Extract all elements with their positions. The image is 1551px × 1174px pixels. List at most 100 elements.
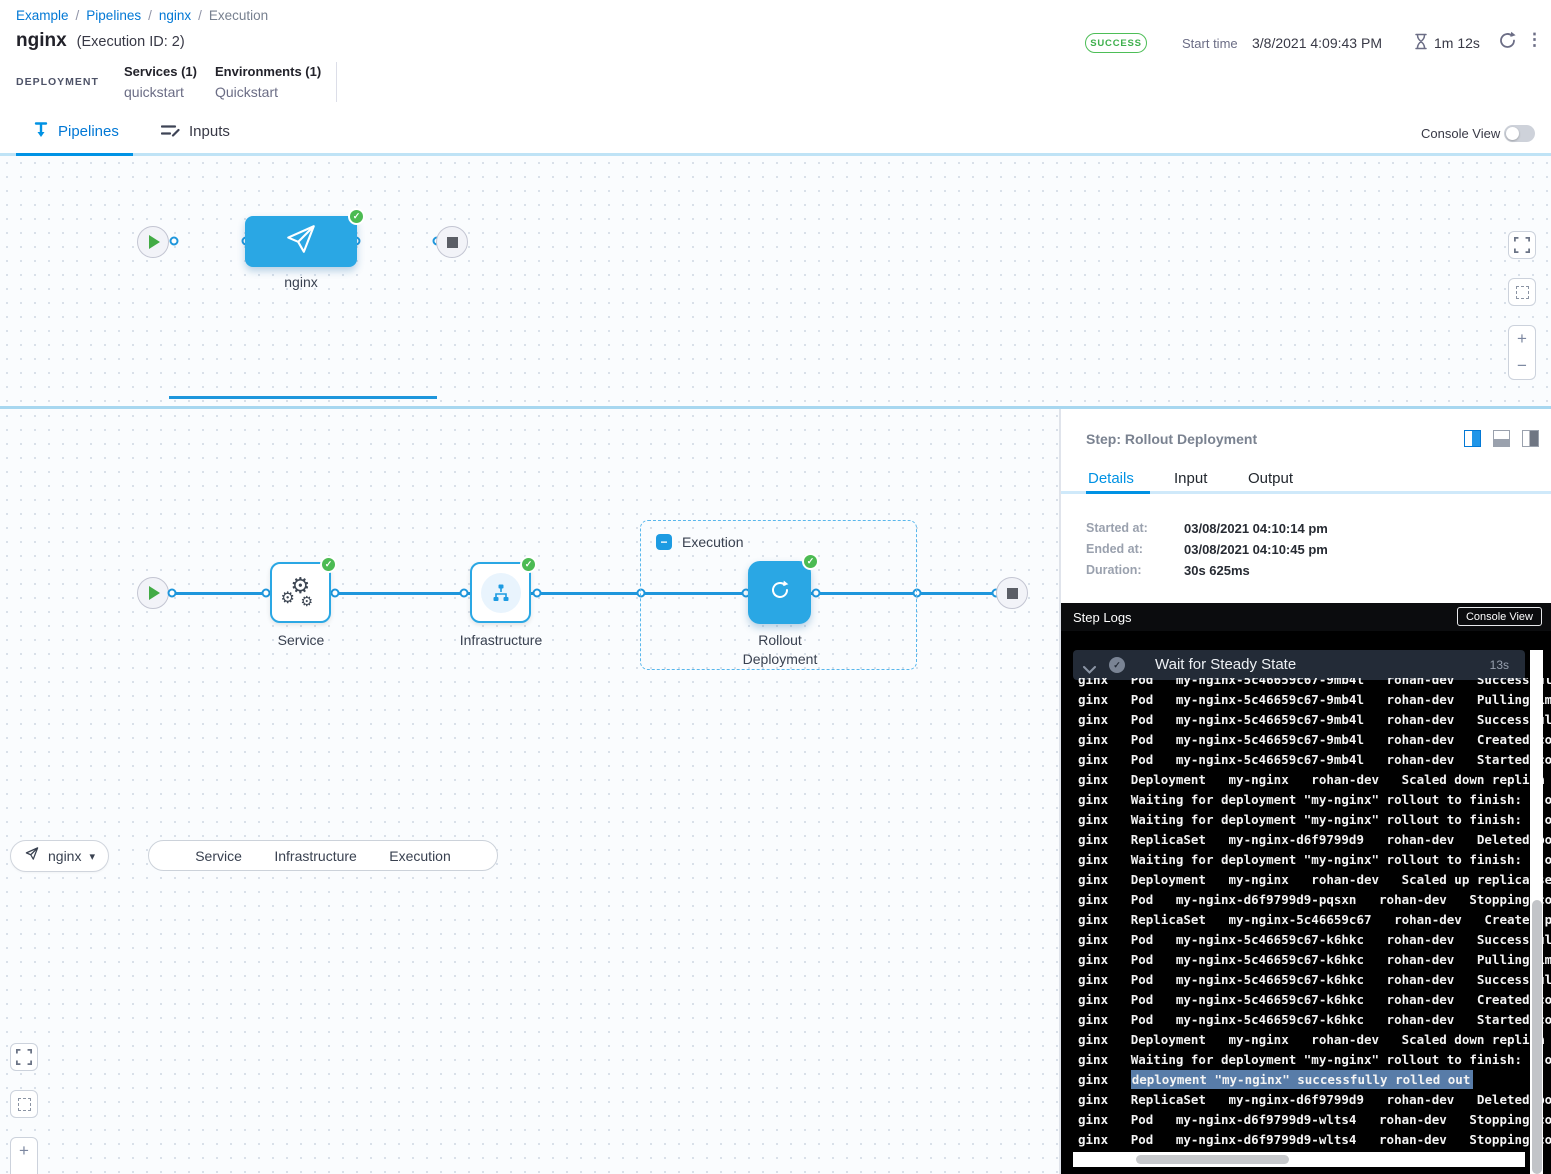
node-service-label: Service — [245, 632, 357, 648]
node-rollout-deployment[interactable]: ✓ — [748, 561, 811, 624]
breadcrumb-nginx[interactable]: nginx — [159, 8, 191, 23]
execution-end-node[interactable] — [996, 577, 1028, 609]
status-badge: SUCCESS — [1085, 33, 1147, 53]
breadcrumb-example[interactable]: Example — [16, 8, 69, 23]
vertical-scrollbar-thumb[interactable] — [1532, 900, 1542, 1174]
stage-connector — [169, 396, 437, 399]
panel-active-tab-indicator — [1086, 491, 1150, 494]
layout-right-icon[interactable] — [1464, 430, 1481, 447]
log-line: ginx ReplicaSet my-nginx-d6f9799d9 rohan… — [1078, 830, 1551, 850]
pill-infrastructure[interactable]: Infrastructure — [274, 848, 356, 864]
deployment-type-label: DEPLOYMENT — [16, 76, 99, 88]
tab-details[interactable]: Details — [1088, 470, 1134, 487]
log-line: ginx Pod my-nginx-d6f9799d9-wlts4 rohan-… — [1078, 1130, 1551, 1150]
breadcrumb: Example/Pipelines/nginx/Execution — [16, 8, 268, 23]
ended-at-label: Ended at: — [1086, 542, 1143, 556]
play-icon — [149, 586, 160, 600]
environments-value[interactable]: Quickstart — [215, 84, 278, 100]
log-line: ginx ReplicaSet my-nginx-d6f9799d9 rohan… — [1078, 1090, 1551, 1110]
stage-section-pills: Service Infrastructure Execution — [148, 840, 498, 871]
fullscreen-icon — [1514, 237, 1530, 253]
execution-id: (Execution ID: 2) — [77, 34, 185, 50]
hourglass-icon — [1414, 33, 1428, 55]
log-group-header[interactable]: ✓ Wait for Steady State 13s — [1073, 650, 1525, 680]
pill-service[interactable]: Service — [195, 848, 242, 864]
log-line: ginx Waiting for deployment "my-nginx" r… — [1078, 790, 1551, 810]
app-window: Example/Pipelines/nginx/Execution nginx … — [0, 0, 1551, 1174]
step-details-panel: Step: Rollout Deployment Details Input O… — [1060, 409, 1551, 1174]
layout-minimize-icon[interactable] — [1522, 430, 1539, 447]
canvas-zoom-out-button[interactable]: − — [10, 1164, 38, 1174]
environments-label: Environments (1) — [215, 64, 321, 79]
start-time-value: 3/8/2021 4:09:43 PM — [1252, 35, 1382, 51]
fullscreen-icon — [16, 1049, 32, 1065]
console-view-toggle[interactable] — [1504, 125, 1535, 142]
step-logs-title: Step Logs — [1073, 610, 1132, 625]
tab-pipelines-label: Pipelines — [58, 123, 119, 140]
log-line: ginx Waiting for deployment "my-nginx" r… — [1078, 850, 1551, 870]
step-logs-bar: Step Logs Console View — [1061, 603, 1551, 631]
breadcrumb-current: Execution — [209, 8, 268, 23]
breadcrumb-pipelines[interactable]: Pipelines — [86, 8, 141, 23]
stage-node-nginx[interactable]: ✓ — [245, 216, 357, 267]
pipeline-icon — [33, 121, 49, 142]
fit-selection-icon — [1516, 286, 1529, 299]
stage-graph-canvas[interactable]: ✓ nginx — [0, 156, 1551, 406]
horizontal-scrollbar-thumb[interactable] — [1136, 1155, 1289, 1164]
rollout-refresh-icon — [768, 578, 792, 607]
stop-icon — [447, 237, 458, 248]
execution-graph-canvas[interactable]: nginx ▾ Service Infrastructure Execution… — [0, 409, 1060, 1174]
log-line: ginx ReplicaSet my-nginx-5c46659c67 roha… — [1078, 910, 1551, 930]
log-line: ginx Deployment my-nginx rohan-dev Scale… — [1078, 870, 1551, 890]
execution-start-node[interactable] — [137, 577, 169, 609]
collapse-checkbox-icon[interactable]: − — [656, 534, 672, 550]
canvas-zoom-in-button[interactable]: + — [1508, 325, 1536, 353]
log-lines[interactable]: ginx Pod my-nginx-5c46659c67-9mb4l rohan… — [1061, 678, 1551, 1152]
success-check-badge: ✓ — [520, 556, 537, 573]
duration-label: Duration: — [1086, 563, 1142, 577]
log-line: ginx Waiting for deployment "my-nginx" r… — [1078, 810, 1551, 830]
log-line: ginx Pod my-nginx-5c46659c67-k6hkc rohan… — [1078, 1010, 1551, 1030]
node-infrastructure-label: Infrastructure — [430, 632, 572, 648]
zoom-in-icon: + — [19, 1141, 29, 1161]
start-time-label: Start time — [1182, 36, 1238, 51]
log-line: ginx Pod my-nginx-5c46659c67-9mb4l rohan… — [1078, 678, 1551, 690]
console-view-button[interactable]: Console View — [1457, 607, 1542, 626]
tab-inputs[interactable]: Inputs — [161, 110, 230, 153]
fit-selection-icon — [18, 1098, 31, 1111]
pill-execution[interactable]: Execution — [389, 848, 450, 864]
canvas-fit-button[interactable] — [10, 1090, 38, 1118]
tab-inputs-label: Inputs — [189, 123, 230, 140]
canvas-zoom-in-button[interactable]: + — [10, 1137, 38, 1165]
log-console[interactable]: ✓ Wait for Steady State 13s ginx Pod my-… — [1061, 631, 1551, 1174]
node-service[interactable]: ⚙⚙⚙ ✓ — [270, 562, 331, 623]
refresh-icon[interactable] — [1498, 31, 1517, 55]
canvas-fit-button[interactable] — [1508, 278, 1536, 306]
stage-selector-label: nginx — [48, 848, 81, 864]
duration-value: 30s 625ms — [1184, 563, 1250, 578]
log-line: ginx Deployment my-nginx rohan-dev Scale… — [1078, 1030, 1551, 1050]
log-line: ginx Pod my-nginx-5c46659c67-9mb4l rohan… — [1078, 690, 1551, 710]
layout-bottom-icon[interactable] — [1493, 430, 1510, 447]
kebab-menu-icon[interactable]: ⋮ — [1526, 30, 1543, 50]
view-tabbar: Pipelines Inputs — [0, 110, 1551, 156]
stop-icon — [1007, 588, 1018, 599]
connector-dot — [460, 589, 469, 598]
node-rollout-label-2: Deployment — [720, 651, 840, 667]
services-value[interactable]: quickstart — [124, 84, 184, 100]
tab-input[interactable]: Input — [1174, 470, 1207, 487]
log-line: ginx Deployment my-nginx rohan-dev Scale… — [1078, 770, 1551, 790]
canvas-fullscreen-button[interactable] — [1508, 231, 1536, 259]
node-infrastructure[interactable]: ✓ — [470, 562, 531, 623]
canvas-zoom-out-button[interactable]: − — [1508, 352, 1536, 380]
stage-selector[interactable]: nginx ▾ — [10, 840, 109, 872]
tab-output[interactable]: Output — [1248, 470, 1293, 487]
canvas-fullscreen-button[interactable] — [10, 1043, 38, 1071]
stage-start-node[interactable] — [137, 226, 169, 258]
breadcrumb-separator: / — [76, 8, 80, 23]
stage-end-node[interactable] — [436, 226, 468, 258]
tab-pipelines[interactable]: Pipelines — [33, 110, 119, 153]
log-group-check-icon: ✓ — [1109, 657, 1125, 673]
log-line: ginx Pod my-nginx-5c46659c67-k6hkc rohan… — [1078, 990, 1551, 1010]
log-line: ginx Pod my-nginx-5c46659c67-9mb4l rohan… — [1078, 730, 1551, 750]
